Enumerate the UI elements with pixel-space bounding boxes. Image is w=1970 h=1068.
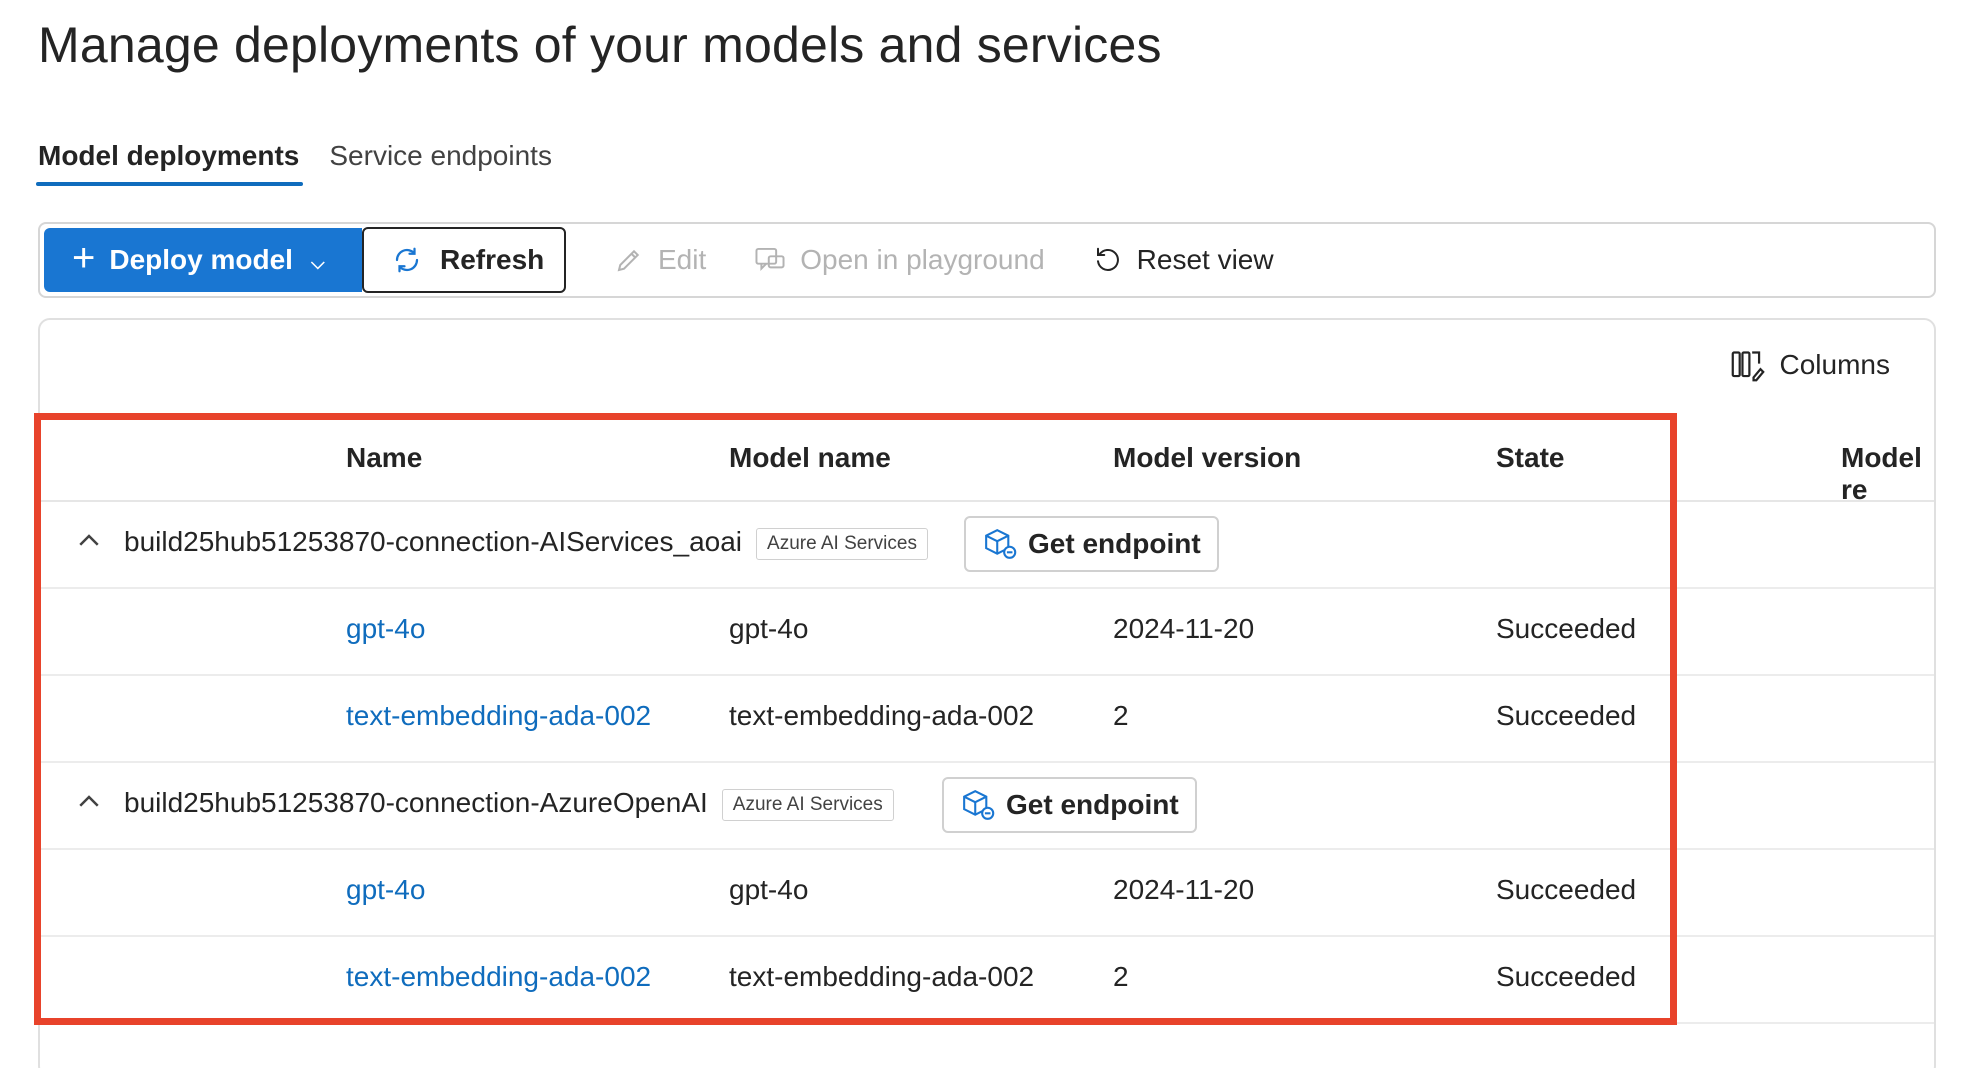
group-row: build25hub51253870-connection-AzureOpenA…	[40, 763, 1934, 850]
table-row: gpt-4o gpt-4o 2024-11-20 Succeeded	[40, 850, 1934, 937]
model-name-cell: text-embedding-ada-002	[729, 961, 1035, 992]
reset-icon	[1096, 247, 1119, 271]
table-row: text-embedding-ada-002 text-embedding-ad…	[40, 937, 1934, 1024]
table-row: text-embedding-ada-002 text-embedding-ad…	[40, 676, 1934, 763]
tab-service-endpoints[interactable]: Service endpoints	[329, 136, 552, 192]
deployment-name-link[interactable]: gpt-4o	[346, 613, 425, 645]
page-title: Manage deployments of your models and se…	[38, 17, 1162, 73]
model-version-cell: 2	[1113, 961, 1129, 992]
toolbar: + Deploy model ⌵ Refresh Edit Open in pl…	[38, 222, 1936, 298]
reset-view-label: Reset view	[1136, 244, 1274, 275]
endpoint-cube-icon	[963, 789, 995, 820]
deployment-name-link[interactable]: gpt-4o	[346, 874, 425, 906]
open-in-playground-label: Open in playground	[800, 244, 1045, 275]
endpoint-cube-icon	[985, 528, 1017, 559]
group-name-label: build25hub51253870-connection-AzureOpenA…	[124, 787, 708, 818]
model-name-cell: gpt-4o	[729, 613, 809, 644]
state-cell: Succeeded	[1496, 874, 1637, 905]
open-in-playground-button[interactable]: Open in playground	[754, 244, 1045, 276]
plus-icon: +	[72, 236, 96, 280]
deployments-panel: Columns Name Model name Model version St…	[38, 318, 1936, 1068]
model-version-cell: 2024-11-20	[1113, 874, 1255, 905]
get-endpoint-label: Get endpoint	[1006, 789, 1179, 820]
columns-button[interactable]: Columns	[1730, 348, 1890, 382]
deploy-model-label: Deploy model	[109, 244, 293, 275]
state-cell: Succeeded	[1496, 700, 1637, 731]
state-cell: Succeeded	[1496, 961, 1637, 992]
model-name-cell: gpt-4o	[729, 874, 809, 905]
refresh-button[interactable]: Refresh	[362, 227, 566, 293]
group-name: build25hub51253870-connection-AIServices…	[124, 526, 928, 560]
group-row: build25hub51253870-connection-AIServices…	[40, 502, 1934, 589]
chevron-up-icon[interactable]	[74, 526, 104, 556]
pencil-icon	[617, 249, 640, 272]
column-header-model-version[interactable]: Model version	[1113, 442, 1301, 474]
connection-type-badge: Azure AI Services	[756, 527, 928, 560]
tab-list: Model deployments Service endpoints	[35, 136, 552, 192]
deploy-model-button[interactable]: + Deploy model ⌵	[44, 228, 362, 292]
model-version-cell: 2024-11-20	[1113, 613, 1255, 644]
deployments-table: Name Model name Model version State Mode…	[40, 420, 1934, 1024]
get-endpoint-button[interactable]: Get endpoint	[942, 777, 1197, 833]
model-version-cell: 2	[1113, 700, 1129, 731]
state-cell: Succeeded	[1496, 613, 1637, 644]
column-header-model-retirement[interactable]: Model re	[1841, 442, 1934, 506]
chevron-up-icon[interactable]	[74, 787, 104, 817]
columns-icon	[1731, 351, 1765, 382]
column-header-model-name[interactable]: Model name	[729, 442, 891, 474]
get-endpoint-button[interactable]: Get endpoint	[964, 516, 1219, 572]
chevron-down-icon: ⌵	[310, 252, 325, 273]
get-endpoint-label: Get endpoint	[1028, 528, 1201, 559]
group-name-label: build25hub51253870-connection-AIServices…	[124, 526, 743, 557]
deployment-name-link[interactable]: text-embedding-ada-002	[346, 961, 651, 993]
connection-type-badge: Azure AI Services	[721, 788, 894, 821]
table-row: gpt-4o gpt-4o 2024-11-20 Succeeded	[40, 589, 1934, 676]
deployment-name-link[interactable]: text-embedding-ada-002	[346, 700, 651, 732]
edit-label: Edit	[658, 244, 707, 275]
model-name-cell: text-embedding-ada-002	[729, 700, 1035, 731]
tab-model-deployments[interactable]: Model deployments	[35, 136, 304, 192]
column-header-name[interactable]: Name	[346, 442, 422, 474]
column-header-state[interactable]: State	[1496, 442, 1564, 474]
table-header: Name Model name Model version State Mode…	[40, 420, 1934, 505]
columns-label: Columns	[1779, 349, 1890, 380]
edit-button[interactable]: Edit	[614, 244, 706, 276]
group-name: build25hub51253870-connection-AzureOpenA…	[124, 787, 894, 821]
reset-view-button[interactable]: Reset view	[1093, 244, 1274, 276]
chat-playground-icon	[755, 247, 785, 271]
refresh-label: Refresh	[440, 244, 545, 275]
refresh-icon	[395, 247, 419, 273]
